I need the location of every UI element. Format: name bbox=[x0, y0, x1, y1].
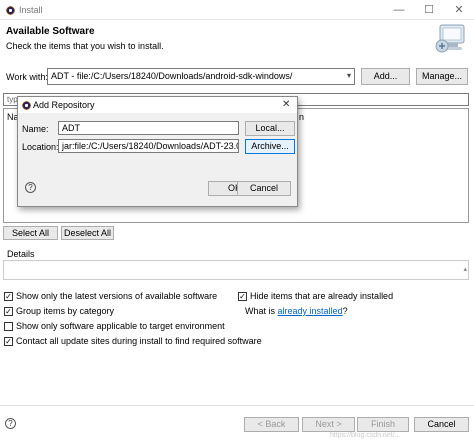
add-repository-dialog: Add Repository ✕ Name: ADT Local... Loca… bbox=[17, 96, 298, 207]
eclipse-logo-icon bbox=[22, 101, 31, 110]
add-button[interactable]: Add... bbox=[361, 68, 410, 85]
eclipse-logo-icon bbox=[6, 6, 15, 15]
deselect-all-button[interactable]: Deselect All bbox=[61, 226, 114, 240]
show-latest-label: Show only the latest versions of availab… bbox=[16, 291, 218, 301]
details-area[interactable]: ▴ bbox=[3, 260, 469, 280]
contact-all-checkbox[interactable]: ✓ bbox=[4, 337, 13, 346]
applicable-only-checkbox[interactable] bbox=[4, 322, 13, 331]
local-button[interactable]: Local... bbox=[245, 121, 295, 136]
what-is-suffix: ? bbox=[342, 306, 348, 316]
dialog-titlebar: Add Repository ✕ bbox=[18, 97, 297, 113]
scroll-arrows-icon[interactable]: ▴ bbox=[463, 265, 467, 273]
footer-divider bbox=[0, 405, 474, 406]
hide-installed-checkbox[interactable]: ✓ bbox=[238, 292, 247, 301]
location-label: Location: bbox=[22, 142, 59, 152]
archive-button[interactable]: Archive... bbox=[245, 139, 295, 154]
wizard-cancel-button[interactable]: Cancel bbox=[414, 417, 469, 432]
wizard-header: Available Software Check the items that … bbox=[0, 20, 474, 56]
install-banner-icon bbox=[434, 22, 468, 54]
window-title: Install bbox=[19, 5, 43, 15]
applicable-only-label: Show only software applicable to target … bbox=[16, 321, 225, 331]
select-all-button[interactable]: Select All bbox=[3, 226, 58, 240]
close-button[interactable]: ✕ bbox=[452, 3, 466, 17]
work-with-value: ADT - file:/C:/Users/18240/Downloads/and… bbox=[51, 71, 293, 81]
work-with-combo[interactable]: ADT - file:/C:/Users/18240/Downloads/and… bbox=[47, 68, 355, 85]
group-by-category-label: Group items by category bbox=[16, 306, 115, 316]
minimize-button[interactable]: — bbox=[392, 3, 406, 17]
name-field-value: ADT bbox=[62, 123, 80, 133]
back-button[interactable]: < Back bbox=[244, 417, 299, 432]
location-field-value: jar:file:/C:/Users/18240/Downloads/ADT-2… bbox=[62, 141, 239, 151]
dialog-close-icon[interactable]: ✕ bbox=[282, 99, 290, 110]
finish-button[interactable]: Finish bbox=[357, 417, 409, 432]
location-field[interactable]: jar:file:/C:/Users/18240/Downloads/ADT-2… bbox=[58, 139, 239, 153]
group-by-category-checkbox[interactable]: ✓ bbox=[4, 307, 13, 316]
chevron-down-icon[interactable]: ▾ bbox=[347, 71, 351, 80]
version-column-header[interactable]: n bbox=[299, 112, 304, 122]
show-latest-checkbox[interactable]: ✓ bbox=[4, 292, 13, 301]
dialog-title: Add Repository bbox=[33, 100, 95, 110]
window-titlebar: Install — ☐ ✕ bbox=[0, 0, 474, 20]
watermark-text: https://blog.csdn.net/... bbox=[330, 432, 401, 439]
contact-all-label: Contact all update sites during install … bbox=[16, 336, 262, 346]
page-subtitle: Check the items that you wish to install… bbox=[6, 41, 164, 51]
manage-button[interactable]: Manage... bbox=[416, 68, 468, 85]
next-button[interactable]: Next > bbox=[302, 417, 355, 432]
name-label: Name: bbox=[22, 124, 49, 134]
help-icon[interactable]: ? bbox=[25, 182, 36, 193]
page-title: Available Software bbox=[6, 26, 95, 37]
what-is-installed-line: What is already installed? bbox=[245, 306, 348, 316]
name-field[interactable]: ADT bbox=[58, 121, 239, 135]
work-with-label: Work with: bbox=[6, 72, 48, 82]
cancel-button[interactable]: Cancel bbox=[237, 181, 291, 196]
what-is-prefix: What is bbox=[245, 306, 276, 316]
details-label: Details bbox=[7, 249, 35, 259]
already-installed-link[interactable]: already installed bbox=[278, 306, 343, 316]
maximize-button[interactable]: ☐ bbox=[422, 3, 436, 17]
help-icon[interactable]: ? bbox=[5, 418, 16, 429]
hide-installed-label: Hide items that are already installed bbox=[250, 291, 394, 301]
